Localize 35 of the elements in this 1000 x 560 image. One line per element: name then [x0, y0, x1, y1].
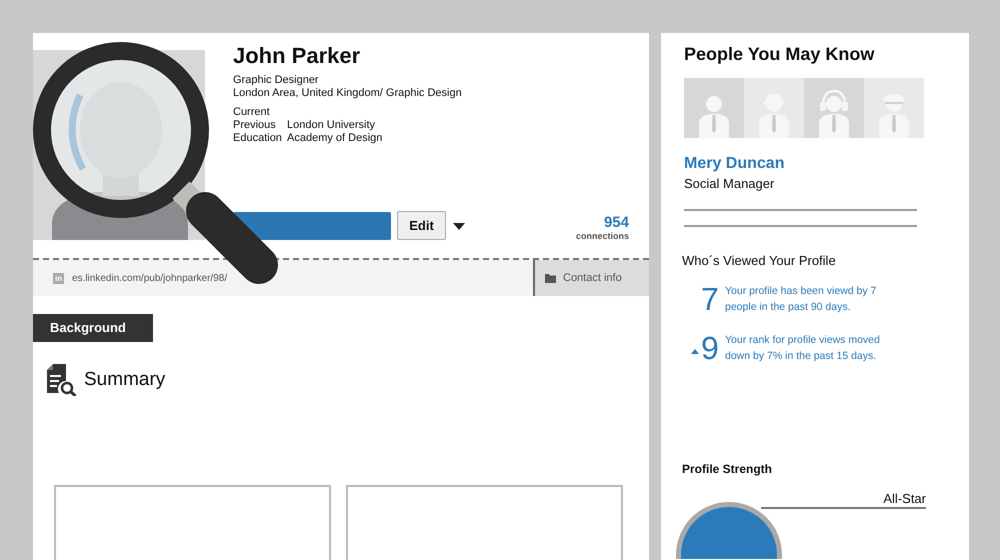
contact-info-button[interactable]: Contact info — [533, 260, 649, 296]
network-logo: in — [53, 272, 64, 284]
summary-heading: Summary — [84, 369, 166, 391]
folder-icon — [545, 274, 556, 282]
detail-label: Current — [233, 106, 271, 119]
views-heading: Who´s Viewed Your Profile — [682, 253, 837, 269]
contact-info-label: Contact info — [563, 272, 622, 284]
document-search-icon — [47, 364, 77, 396]
headline-text: Graphic Designer — [233, 74, 319, 87]
stat-number: 9 — [701, 333, 720, 363]
stat-description: Your profile has been viewd by 7 people in the past 90 days. — [725, 284, 878, 315]
profile-action-button[interactable] — [233, 212, 391, 240]
person-name-link[interactable]: Mery Duncan — [684, 154, 784, 174]
cap-person-icon[interactable] — [864, 78, 924, 138]
edit-button[interactable]: Edit — [397, 211, 446, 240]
connections-count[interactable]: 954 — [576, 214, 629, 231]
strength-rating: All-Star — [883, 491, 926, 506]
connections-label: connections — [576, 231, 629, 242]
detail-value: London University — [287, 119, 376, 132]
strength-heading: Profile Strength — [682, 461, 774, 477]
stat-description: Your rank for profile views moved down by 7% in the past 15 days. — [725, 333, 881, 364]
detail-label: Education — [233, 132, 283, 145]
detail-label: Previous — [233, 119, 277, 132]
headset-person-icon[interactable] — [804, 78, 864, 138]
hard-hat-person-icon[interactable] — [744, 78, 804, 138]
people-heading: People You May Know — [683, 43, 876, 65]
stat-number: 7 — [701, 284, 720, 314]
section-label: Background — [33, 314, 153, 342]
person-icon[interactable] — [684, 78, 744, 138]
dropdown-caret-icon[interactable] — [453, 223, 465, 230]
location-text: London Area, United Kingdom/ Graphic Design — [233, 87, 462, 100]
person-role: Social Manager — [683, 176, 776, 192]
profile-url-link[interactable]: es.linkedin.com/pub/johnparker/98/ — [72, 272, 228, 284]
detail-value: Academy of Design — [287, 132, 382, 145]
profile-name: John Parker — [233, 43, 360, 69]
